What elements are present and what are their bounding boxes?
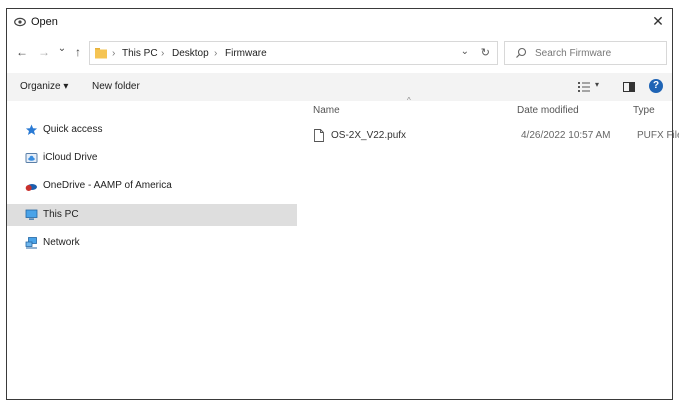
sidebar-item-label: This PC xyxy=(43,209,79,220)
star-icon xyxy=(25,124,38,135)
up-button[interactable]: ↑ xyxy=(71,45,85,59)
recent-locations-button[interactable]: ⌄ xyxy=(55,42,69,56)
icloud-icon xyxy=(25,153,38,163)
command-bar: Organize ▾ New folder ▾ ? xyxy=(7,73,672,101)
column-header-name[interactable]: Name xyxy=(313,105,340,116)
search-placeholder: Search Firmware xyxy=(535,48,612,59)
crumb-this-pc[interactable]: This PC xyxy=(122,48,158,59)
crumb-separator: › xyxy=(161,48,165,59)
forward-button[interactable]: → xyxy=(37,45,51,59)
column-header-date-modified[interactable]: Date modified xyxy=(517,105,579,116)
search-icon xyxy=(516,47,527,58)
sidebar-item-label: OneDrive - AAMP of America xyxy=(43,180,172,191)
crumb-separator: › xyxy=(112,48,116,59)
sidebar-item-icloud-drive[interactable]: iCloud Drive xyxy=(7,147,297,169)
computer-icon xyxy=(25,209,38,220)
view-options-icon[interactable] xyxy=(578,81,590,93)
sidebar-item-network[interactable]: Network xyxy=(7,232,297,254)
window-title: Open xyxy=(31,16,58,28)
open-dialog-icon xyxy=(14,17,26,27)
back-button[interactable]: ← xyxy=(15,45,29,59)
address-dropdown-button[interactable]: ⌄ xyxy=(461,46,469,57)
sort-indicator: ^ xyxy=(407,96,411,105)
sidebar-item-label: Network xyxy=(43,237,80,248)
file-type: PUFX File xyxy=(637,130,679,141)
close-button[interactable]: ✕ xyxy=(650,13,666,29)
preview-pane-icon[interactable] xyxy=(623,82,635,92)
navigation-pane: Quick access iCloud Drive OneDrive - AAM… xyxy=(7,105,297,395)
crumb-firmware[interactable]: Firmware xyxy=(225,48,267,59)
file-row[interactable]: OS-2X_V22.pufx 4/26/2022 10:57 AM PUFX F… xyxy=(309,126,679,146)
help-icon[interactable]: ? xyxy=(649,79,663,93)
new-folder-button[interactable]: New folder xyxy=(92,81,140,92)
network-icon xyxy=(25,237,37,249)
open-dialog: Open ✕ ← → ⌄ ↑ › This PC › Desktop › Fir… xyxy=(6,8,679,400)
file-name: OS-2X_V22.pufx xyxy=(331,130,407,141)
crumb-desktop[interactable]: Desktop xyxy=(172,48,209,59)
sidebar-item-onedrive[interactable]: OneDrive - AAMP of America xyxy=(7,175,297,197)
refresh-button[interactable]: ↻ xyxy=(481,46,490,59)
column-header-type[interactable]: Type xyxy=(633,105,655,116)
onedrive-icon xyxy=(25,184,37,191)
navigation-bar: ← → ⌄ ↑ › This PC › Desktop › Firmware ⌄… xyxy=(7,39,672,67)
sidebar-item-label: Quick access xyxy=(43,124,103,135)
organize-button[interactable]: Organize ▾ xyxy=(20,81,68,92)
title-bar: Open ✕ xyxy=(7,9,672,37)
folder-icon xyxy=(95,48,107,59)
crumb-separator: › xyxy=(214,48,218,59)
sidebar-item-this-pc[interactable]: This PC xyxy=(7,204,297,226)
sidebar-item-quick-access[interactable]: Quick access xyxy=(7,119,297,141)
address-bar[interactable]: › This PC › Desktop › Firmware ⌄ ↻ xyxy=(89,41,498,65)
file-date-modified: 4/26/2022 10:57 AM xyxy=(521,130,611,141)
sidebar-item-label: iCloud Drive xyxy=(43,152,98,163)
file-icon xyxy=(314,129,324,142)
search-box[interactable]: Search Firmware xyxy=(504,41,667,65)
view-options-chevron[interactable]: ▾ xyxy=(595,80,599,89)
